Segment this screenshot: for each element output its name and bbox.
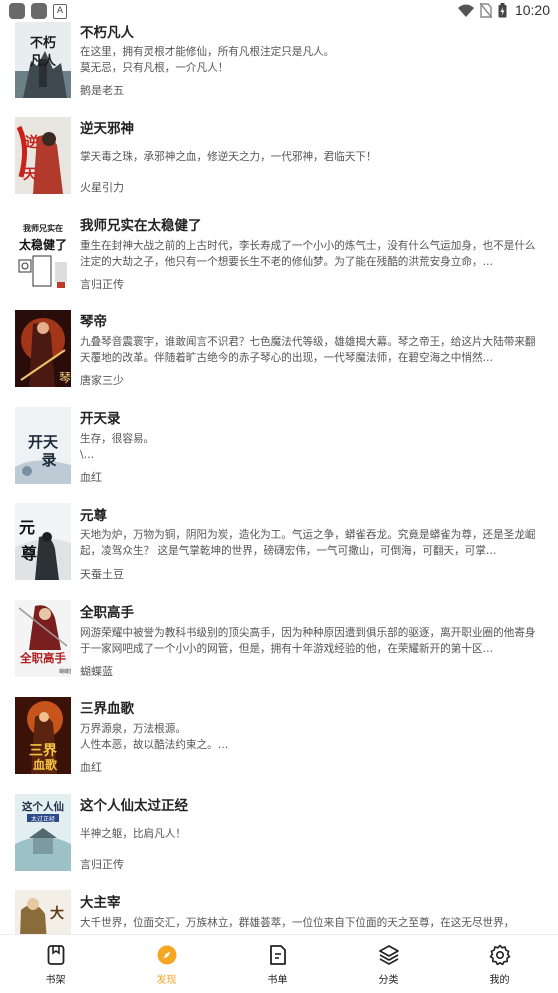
svg-text:录: 录 <box>41 451 56 469</box>
notification-icons: A <box>9 3 67 19</box>
book-author: 唐家三少 <box>80 374 124 387</box>
book-author: 火星引力 <box>80 181 124 194</box>
tab-bookshelf[interactable]: 书架 <box>0 935 111 993</box>
book-cover: 我师兄实在 太稳健了 <box>15 214 71 291</box>
no-sim-icon <box>479 2 492 18</box>
svg-text:大: 大 <box>50 905 64 922</box>
svg-text:太过正经: 太过正经 <box>31 815 55 823</box>
svg-text:凡人: 凡人 <box>30 53 57 69</box>
book-intro: 大千世界，位面交汇，万族林立，群雄荟萃，一位位来自下位面的天之至尊，在这无尽世界… <box>80 917 515 929</box>
book-title: 这个人仙太过正经 <box>80 798 188 814</box>
status-bar: A 10:20 <box>0 0 558 22</box>
svg-text:蝴蝶蓝: 蝴蝶蓝 <box>59 668 71 675</box>
tab-label: 分类 <box>378 975 399 986</box>
svg-text:我师兄实在: 我师兄实在 <box>23 223 63 233</box>
book-title: 逆天邪神 <box>80 121 134 137</box>
book-intro: 天地为炉，万物为铜，阴阳为炭，造化为工。气运之争，蟒雀吞龙。究竟是蟒雀为尊，还是… <box>80 529 536 557</box>
book-title: 不朽凡人 <box>80 25 134 41</box>
book-item[interactable]: 全职高手蝴蝶蓝 全职高手 网游荣耀中被誉为教科书级别的顶尖高手，因为种种原因遭到… <box>0 582 558 679</box>
book-title: 三界血歌 <box>80 701 134 717</box>
svg-text:开天: 开天 <box>28 433 59 451</box>
book-cover: 琴 <box>15 310 71 387</box>
tab-discover[interactable]: 发现 <box>111 935 222 993</box>
book-cover: 三界 血歌 <box>15 697 71 774</box>
book-item[interactable]: 逆天 逆天邪神 掌天毒之珠，承邪神之血，修逆天之力，一代邪神，君临天下！ 火星引… <box>0 97 558 194</box>
svg-text:琴: 琴 <box>59 371 71 385</box>
gear-icon <box>489 944 511 966</box>
book-cover: 逆天 <box>15 117 71 194</box>
book-title: 我师兄实在太稳健了 <box>80 218 202 234</box>
book-cover: 全职高手蝴蝶蓝 <box>15 600 71 677</box>
book-cover: 这个人仙 太过正经 <box>15 794 71 871</box>
tab-mine[interactable]: 我的 <box>444 935 555 993</box>
book-intro: 重生在封神大战之前的上古时代，李长寿成了一个小小的炼气士，没有什么气运加身，也不… <box>80 240 536 268</box>
font-notification-icon: A <box>53 4 67 19</box>
layers-icon <box>379 945 399 965</box>
book-author: 天蚕土豆 <box>80 568 124 581</box>
book-cover: 不朽 凡人 <box>15 21 71 98</box>
svg-text:元: 元 <box>19 518 35 537</box>
svg-text:三界: 三界 <box>29 743 58 759</box>
book-intro: 九叠琴音震寰宇，谁敢闻言不识君？七色魔法代等级，雄雄揭大幕。琴之帝王，给这片大陆… <box>80 336 536 364</box>
book-cover: 元尊 <box>15 503 71 580</box>
book-intro: 在这里，拥有灵根才能修仙，所有凡根注定只是凡人。 莫无忌，只有凡根，一介凡人！ <box>80 46 335 74</box>
book-author: 血红 <box>80 471 102 484</box>
book-item[interactable]: 元尊 元尊 天地为炉，万物为铜，阴阳为炭，造化为工。气运之争，蟒雀吞龙。究竟是蟒… <box>0 485 558 582</box>
tab-category[interactable]: 分类 <box>333 935 444 993</box>
svg-text:尊: 尊 <box>21 544 37 563</box>
book-item[interactable]: 琴 琴帝 九叠琴音震寰宇，谁敢闻言不识君？七色魔法代等级，雄雄揭大幕。琴之帝王，… <box>0 291 558 388</box>
tab-booklist[interactable]: 书单 <box>222 935 333 993</box>
book-intro: 生存，很容易。 \… <box>80 433 155 461</box>
book-title: 琴帝 <box>80 314 107 330</box>
book-intro: 网游荣耀中被誉为教科书级别的顶尖高手，因为种种原因遭到俱乐部的驱逐，离开职业圈的… <box>80 627 536 655</box>
svg-text:天: 天 <box>23 167 38 183</box>
book-title: 元尊 <box>80 508 107 524</box>
book-item[interactable]: 我师兄实在 太稳健了 我师兄实在太稳健了 重生在封神大战之前的上古时代，李长寿成了… <box>0 194 558 291</box>
book-title: 开天录 <box>80 411 121 427</box>
svg-text:太稳健了: 太稳健了 <box>19 237 67 252</box>
book-title: 全职高手 <box>80 605 134 621</box>
svg-text:血歌: 血歌 <box>33 757 58 772</box>
book-intro: 半神之躯，比肩凡人！ <box>80 828 186 840</box>
compass-icon <box>157 945 177 965</box>
book-intro: 掌天毒之珠，承邪神之血，修逆天之力，一代邪神，君临天下！ <box>80 151 377 163</box>
book-item[interactable]: 这个人仙 太过正经 这个人仙太过正经 半神之躯，比肩凡人！ 言归正传 <box>0 776 558 873</box>
svg-text:逆: 逆 <box>25 134 39 151</box>
app-notification-icon <box>31 3 47 19</box>
tab-label: 书架 <box>45 975 66 986</box>
book-author: 血红 <box>80 761 102 774</box>
app-notification-icon <box>9 3 25 19</box>
tab-label: 发现 <box>156 975 177 986</box>
book-author: 言归正传 <box>80 278 124 291</box>
svg-text:全职高手: 全职高手 <box>19 651 66 665</box>
book-author: 言归正传 <box>80 858 124 871</box>
bottom-nav: 书架 发现 书单 分类 我的 <box>0 934 558 993</box>
svg-text:不朽: 不朽 <box>30 35 56 51</box>
book-author: 蝴蝶蓝 <box>80 665 113 678</box>
book-cover: 开天录 <box>15 407 71 484</box>
tab-label: 书单 <box>267 975 288 986</box>
wifi-icon <box>457 4 474 17</box>
svg-text:这个人仙: 这个人仙 <box>22 800 64 813</box>
book-title: 大主宰 <box>80 895 121 911</box>
book-item[interactable]: 三界 血歌 三界血歌 万界源泉，万法根源。 人性本恶，故以酷法约束之。… 血红 <box>0 679 558 776</box>
clock: 10:20 <box>514 2 550 18</box>
book-intro: 万界源泉，万法根源。 人性本恶，故以酷法约束之。… <box>80 723 229 751</box>
book-author: 鹅是老五 <box>80 84 124 97</box>
battery-icon <box>498 2 507 17</box>
book-item[interactable]: 开天录 开天录 生存，很容易。 \… 血红 <box>0 388 558 485</box>
booklist-icon <box>270 945 286 965</box>
bookshelf-icon <box>47 945 65 965</box>
tab-label: 我的 <box>489 975 510 986</box>
